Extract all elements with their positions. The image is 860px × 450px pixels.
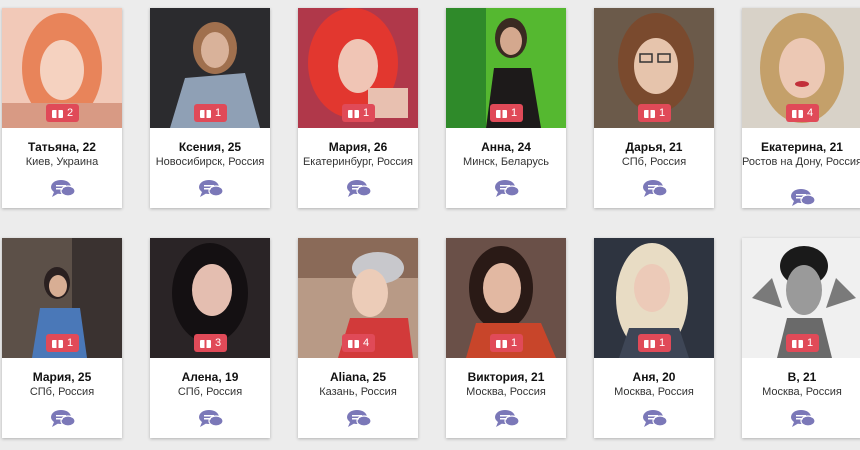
gift-count: 1 bbox=[66, 337, 74, 349]
gift-icon bbox=[51, 340, 63, 348]
profile-card[interactable]: 1 Дарья, 21 СПб, Россия bbox=[594, 8, 714, 208]
gift-icon bbox=[791, 340, 803, 348]
gift-count-badge: 4 bbox=[786, 104, 819, 122]
gift-icon bbox=[643, 340, 655, 348]
chat-bubbles-icon[interactable] bbox=[642, 179, 668, 199]
profile-name[interactable]: Алена, 19 bbox=[150, 370, 270, 384]
gift-count: 4 bbox=[362, 337, 370, 349]
profile-location: Ростов на Дону, Россия bbox=[742, 156, 860, 168]
gift-count-badge: 1 bbox=[786, 334, 819, 352]
gift-count: 1 bbox=[214, 107, 222, 119]
profile-card[interactable]: 3 Алена, 19 СПб, Россия bbox=[150, 238, 270, 438]
gift-icon bbox=[495, 110, 507, 118]
profile-name[interactable]: Виктория, 21 bbox=[446, 370, 566, 384]
profile-name[interactable]: В, 21 bbox=[742, 370, 860, 384]
gift-count-badge: 2 bbox=[46, 104, 79, 122]
chat-bubbles-icon[interactable] bbox=[346, 409, 372, 429]
gift-count: 1 bbox=[658, 337, 666, 349]
gift-count-badge: 1 bbox=[194, 104, 227, 122]
profile-name[interactable]: Дарья, 21 bbox=[594, 140, 714, 154]
gift-icon bbox=[495, 340, 507, 348]
gift-count: 1 bbox=[362, 107, 370, 119]
gift-count: 3 bbox=[214, 337, 222, 349]
profile-name[interactable]: Аня, 20 bbox=[594, 370, 714, 384]
chat-bubbles-icon[interactable] bbox=[494, 179, 520, 199]
gift-count-badge: 4 bbox=[342, 334, 375, 352]
gift-count: 4 bbox=[806, 107, 814, 119]
profile-card[interactable]: 4 Aliana, 25 Казань, Россия bbox=[298, 238, 418, 438]
gift-count: 1 bbox=[658, 107, 666, 119]
gift-icon bbox=[199, 340, 211, 348]
profile-name[interactable]: Aliana, 25 bbox=[298, 370, 418, 384]
profile-location: СПб, Россия bbox=[29, 386, 95, 398]
profile-location: Минск, Беларусь bbox=[463, 156, 549, 168]
profile-name[interactable]: Ксения, 25 bbox=[150, 140, 270, 154]
profile-card[interactable]: 1 Виктория, 21 Москва, Россия bbox=[446, 238, 566, 438]
gift-count-badge: 1 bbox=[342, 104, 375, 122]
profile-location: СПб, Россия bbox=[621, 156, 687, 168]
gift-count: 1 bbox=[510, 107, 518, 119]
gift-count-badge: 1 bbox=[46, 334, 79, 352]
profile-name[interactable]: Анна, 24 bbox=[446, 140, 566, 154]
profile-card[interactable]: 1 Аня, 20 Москва, Россия bbox=[594, 238, 714, 438]
gift-count-badge: 1 bbox=[490, 334, 523, 352]
gift-count-badge: 1 bbox=[638, 104, 671, 122]
chat-bubbles-icon[interactable] bbox=[494, 409, 520, 429]
gift-count-badge: 3 bbox=[194, 334, 227, 352]
profile-card[interactable]: 1 В, 21 Москва, Россия bbox=[742, 238, 860, 438]
profile-grid: 2 Татьяна, 22 Киев, Украина 1 Ксения, 25… bbox=[0, 0, 860, 450]
gift-icon bbox=[643, 110, 655, 118]
chat-bubbles-icon[interactable] bbox=[198, 179, 224, 199]
profile-location: Казань, Россия bbox=[319, 386, 397, 398]
profile-location: Новосибирск, Россия bbox=[155, 156, 265, 168]
profile-name[interactable]: Мария, 26 bbox=[298, 140, 418, 154]
gift-icon bbox=[199, 110, 211, 118]
chat-bubbles-icon[interactable] bbox=[790, 409, 816, 429]
profile-location: СПб, Россия bbox=[177, 386, 243, 398]
chat-bubbles-icon[interactable] bbox=[346, 179, 372, 199]
chat-bubbles-icon[interactable] bbox=[642, 409, 668, 429]
chat-bubbles-icon[interactable] bbox=[790, 188, 816, 208]
profile-card[interactable]: 1 Мария, 25 СПб, Россия bbox=[2, 238, 122, 438]
chat-bubbles-icon[interactable] bbox=[198, 409, 224, 429]
profile-location: Москва, Россия bbox=[762, 386, 842, 398]
profile-name[interactable]: Мария, 25 bbox=[2, 370, 122, 384]
gift-count: 2 bbox=[66, 107, 74, 119]
gift-icon bbox=[347, 340, 359, 348]
profile-card[interactable]: 4 Екатерина, 21 Ростов на Дону, Россия bbox=[742, 8, 860, 208]
profile-name[interactable]: Екатерина, 21 bbox=[742, 140, 860, 154]
profile-card[interactable]: 1 Ксения, 25 Новосибирск, Россия bbox=[150, 8, 270, 208]
profile-location: Екатеринбург, Россия bbox=[302, 156, 414, 168]
profile-card[interactable]: 1 Анна, 24 Минск, Беларусь bbox=[446, 8, 566, 208]
profile-card[interactable]: 1 Мария, 26 Екатеринбург, Россия bbox=[298, 8, 418, 208]
chat-bubbles-icon[interactable] bbox=[50, 179, 76, 199]
gift-icon bbox=[347, 110, 359, 118]
chat-bubbles-icon[interactable] bbox=[50, 409, 76, 429]
gift-icon bbox=[51, 110, 63, 118]
profile-location: Киев, Украина bbox=[25, 156, 99, 168]
gift-count: 1 bbox=[806, 337, 814, 349]
gift-icon bbox=[791, 110, 803, 118]
profile-card[interactable]: 2 Татьяна, 22 Киев, Украина bbox=[2, 8, 122, 208]
gift-count: 1 bbox=[510, 337, 518, 349]
profile-name[interactable]: Татьяна, 22 bbox=[2, 140, 122, 154]
profile-location: Москва, Россия bbox=[614, 386, 694, 398]
profile-location: Москва, Россия bbox=[466, 386, 546, 398]
gift-count-badge: 1 bbox=[490, 104, 523, 122]
gift-count-badge: 1 bbox=[638, 334, 671, 352]
